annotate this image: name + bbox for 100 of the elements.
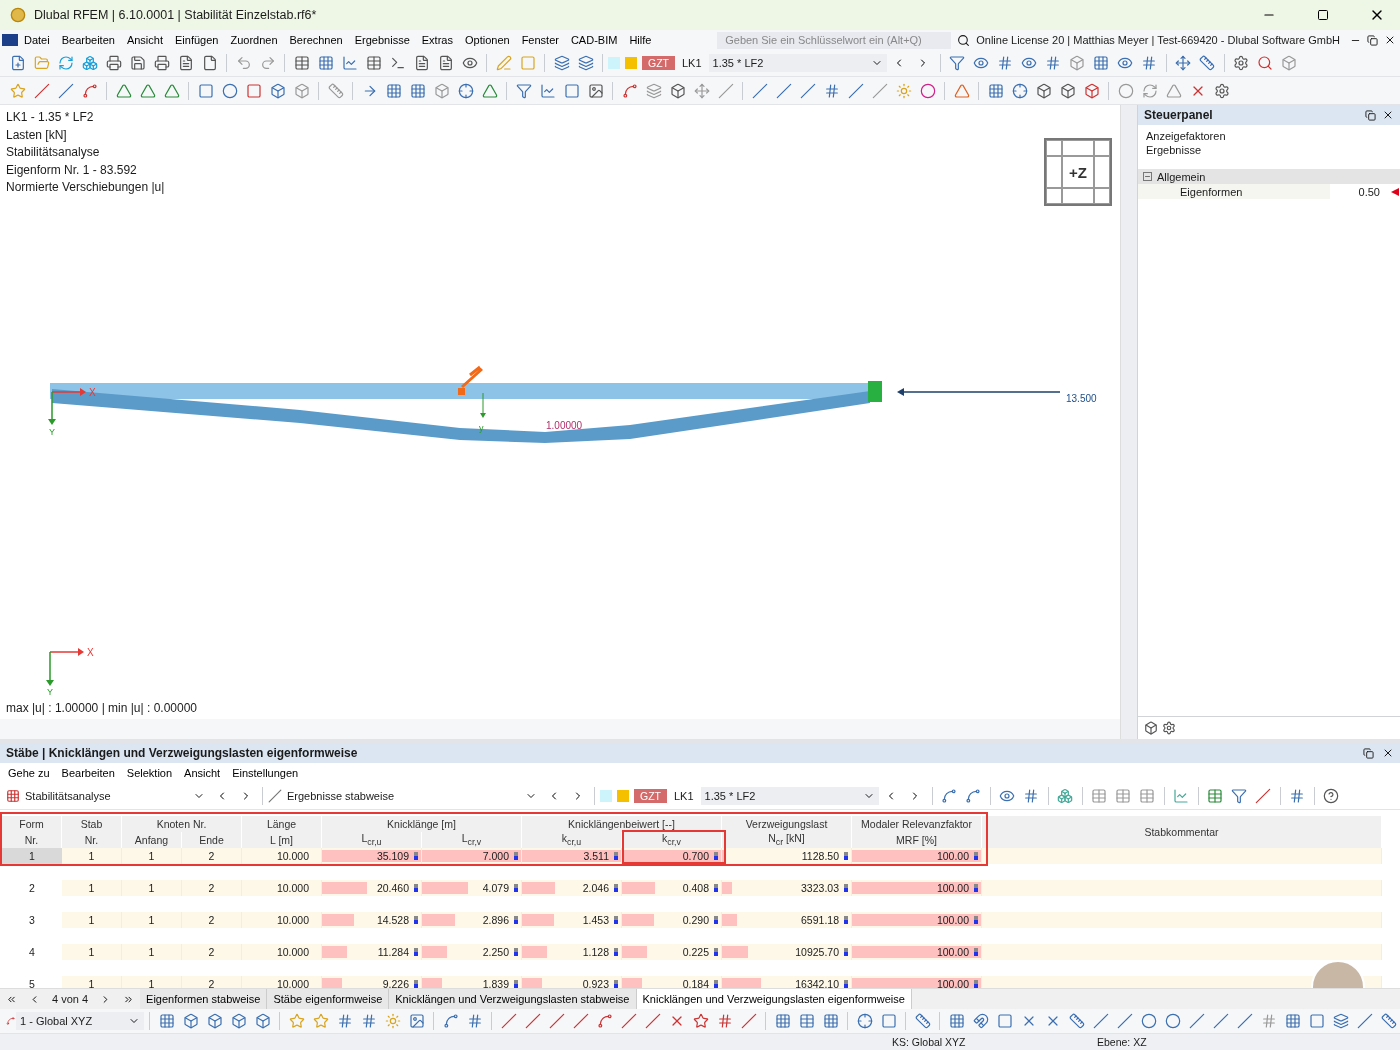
table-cell: 2.046 [582,882,609,894]
info-text: Eigenform Nr. 1 - 83.592 [6,161,138,179]
table-cell: 1 [122,976,182,988]
table-cell: 1 [122,880,182,896]
axis-label: X [89,387,96,398]
panel-item[interactable]: Anzeigefaktoren [1138,129,1400,143]
table-cell: 0.700 [682,850,709,862]
menu-item[interactable]: Ansicht [178,763,227,783]
menu-item[interactable]: Bearbeiten [55,763,121,783]
status-text: Ebene: XZ [1097,1036,1148,1048]
table-cell: 1 [62,944,122,960]
axis-label: Y [49,427,55,437]
license-info: Online License 20 | Matthias Meyer | Test-669420 - Dlubal Software GmbH [976,34,1340,46]
column-header: Anfang [122,832,182,848]
table-cell: 10.000 [242,912,322,928]
load-combination-dropdown[interactable]: 1.35 * LF2 [700,787,879,805]
column-header: Nr. [2,832,62,848]
table-cell: 1 [122,944,182,960]
table-cell: 2 [182,848,242,864]
menu-item[interactable]: CAD-BIM [564,30,624,50]
tab[interactable]: Eigenformen stabweise [140,989,268,1009]
load-case-label: LK1 [673,790,695,802]
column-header: Form [2,816,62,832]
menu-item[interactable]: Extras [415,30,459,50]
load-combination-dropdown[interactable]: 1.35 * LF2 [708,54,887,72]
menu-item[interactable]: Gehe zu [2,763,56,783]
deflection-label: 1.00000 [546,420,583,431]
combination-badge: GZT [634,789,667,803]
info-text: Lasten [kN] [6,126,68,144]
panel-item[interactable]: Ergebnisse [1138,143,1400,157]
menu-item[interactable]: Selektion [120,763,179,783]
window-title: Dlubal RFEM | 6.10.0001 | Stabilität Einzelstab.rf6* [34,8,318,22]
search-field[interactable]: Geben Sie ein Schlüsselwort ein (Alt+Q) [717,31,952,49]
table-cell: 16342.10 [795,978,839,988]
table-cell: 1 [62,912,122,928]
column-group-header: Knicklänge [m] [322,816,522,832]
table-cell: 6591.18 [801,914,839,926]
column-header: L [m] [242,832,322,848]
table-cell: 2.896 [482,914,509,926]
table-cell: 1 [122,912,182,928]
column-group-header: Knoten Nr. [122,816,242,832]
menu-item[interactable]: Hilfe [623,30,658,50]
info-text: LK1 - 1.35 * LF2 [6,109,95,126]
table-cell: 1.453 [582,914,609,926]
menu-item[interactable]: Datei [18,30,56,50]
table-cell: 3323.03 [801,882,839,894]
column-header: MRF [%] [852,832,982,848]
tree-item[interactable]: Eigenformen [1138,184,1330,199]
table-cell: 1 [122,848,182,864]
menu-item[interactable]: Optionen [458,30,516,50]
axis-label: X [87,647,94,658]
axis-label: Y [47,687,53,697]
tab[interactable]: Stäbe eigenformweise [267,989,390,1009]
table-cell: 10.000 [242,880,322,896]
column-header: k$_{cr,v}$ [622,832,722,848]
table-cell: 1 [62,848,122,864]
table-cell: 100.00 [936,946,969,958]
column-header: Modaler Relevanzfaktor [852,816,982,832]
row-header[interactable]: 1 [2,848,62,864]
table-cell: 1 [62,880,122,896]
table-cell: 3.511 [583,850,609,862]
table-cell: 100.00 [936,882,969,894]
table-cell: 100.00 [936,978,969,988]
table-cell: 10.000 [242,848,322,864]
table-cell: 4.079 [482,882,509,894]
value-field[interactable]: 0.50 [1330,185,1380,198]
table-cell: 14.528 [376,914,409,926]
column-header: k$_{cr,u}$ [522,832,622,848]
table-cell: 35.109 [376,850,409,862]
table-cell: 0.923 [582,978,609,988]
column-header: Stab [62,816,122,832]
table-cell: 2 [182,880,242,896]
menu-item[interactable]: Einstellungen [226,763,305,783]
table-cell: 100.00 [936,914,969,926]
table-cell: 20.460 [376,882,409,894]
tree-item[interactable]: Allgemein [1157,170,1206,183]
menu-item[interactable]: Zuordnen [224,30,284,50]
menu-item[interactable]: Einfügen [169,30,225,50]
info-text: Normierte Verschiebungen |u| [6,179,165,196]
column-header: Verzweigungslast [722,816,852,832]
column-header: N$_{cr}$ [kN] [722,832,852,848]
table-cell: 0.408 [682,882,709,894]
menu-item[interactable]: Bearbeiten [55,30,121,50]
table-cell: 10925.70 [795,946,839,958]
menu-item[interactable]: Ansicht [120,30,169,50]
view-cube[interactable]: +Z [1044,138,1112,206]
column-header: L$_{cr,v}$ [422,832,522,848]
menu-item[interactable]: Fenster [515,30,565,50]
table-cell: 100.00 [936,850,969,862]
result-summary: max |u| : 1.00000 | min |u| : 0.00000 [6,701,199,715]
coordinate-system-dropdown[interactable]: 1 - Global XYZ [16,1012,144,1030]
menu-item[interactable]: Ergebnisse [348,30,416,50]
status-text: KS: Global XYZ [892,1036,967,1048]
tab[interactable]: Knicklängen und Verzweigungslasten stabweise [389,989,637,1009]
table-cell: 1 [62,976,122,988]
table-cell: 10.000 [242,976,322,988]
table-cell: 2.250 [482,946,509,958]
table-cell: 0.225 [682,946,709,958]
menu-item[interactable]: Berechnen [283,30,349,50]
tab[interactable]: Knicklängen und Verzweigungslasten eigenformweise [636,989,912,1009]
